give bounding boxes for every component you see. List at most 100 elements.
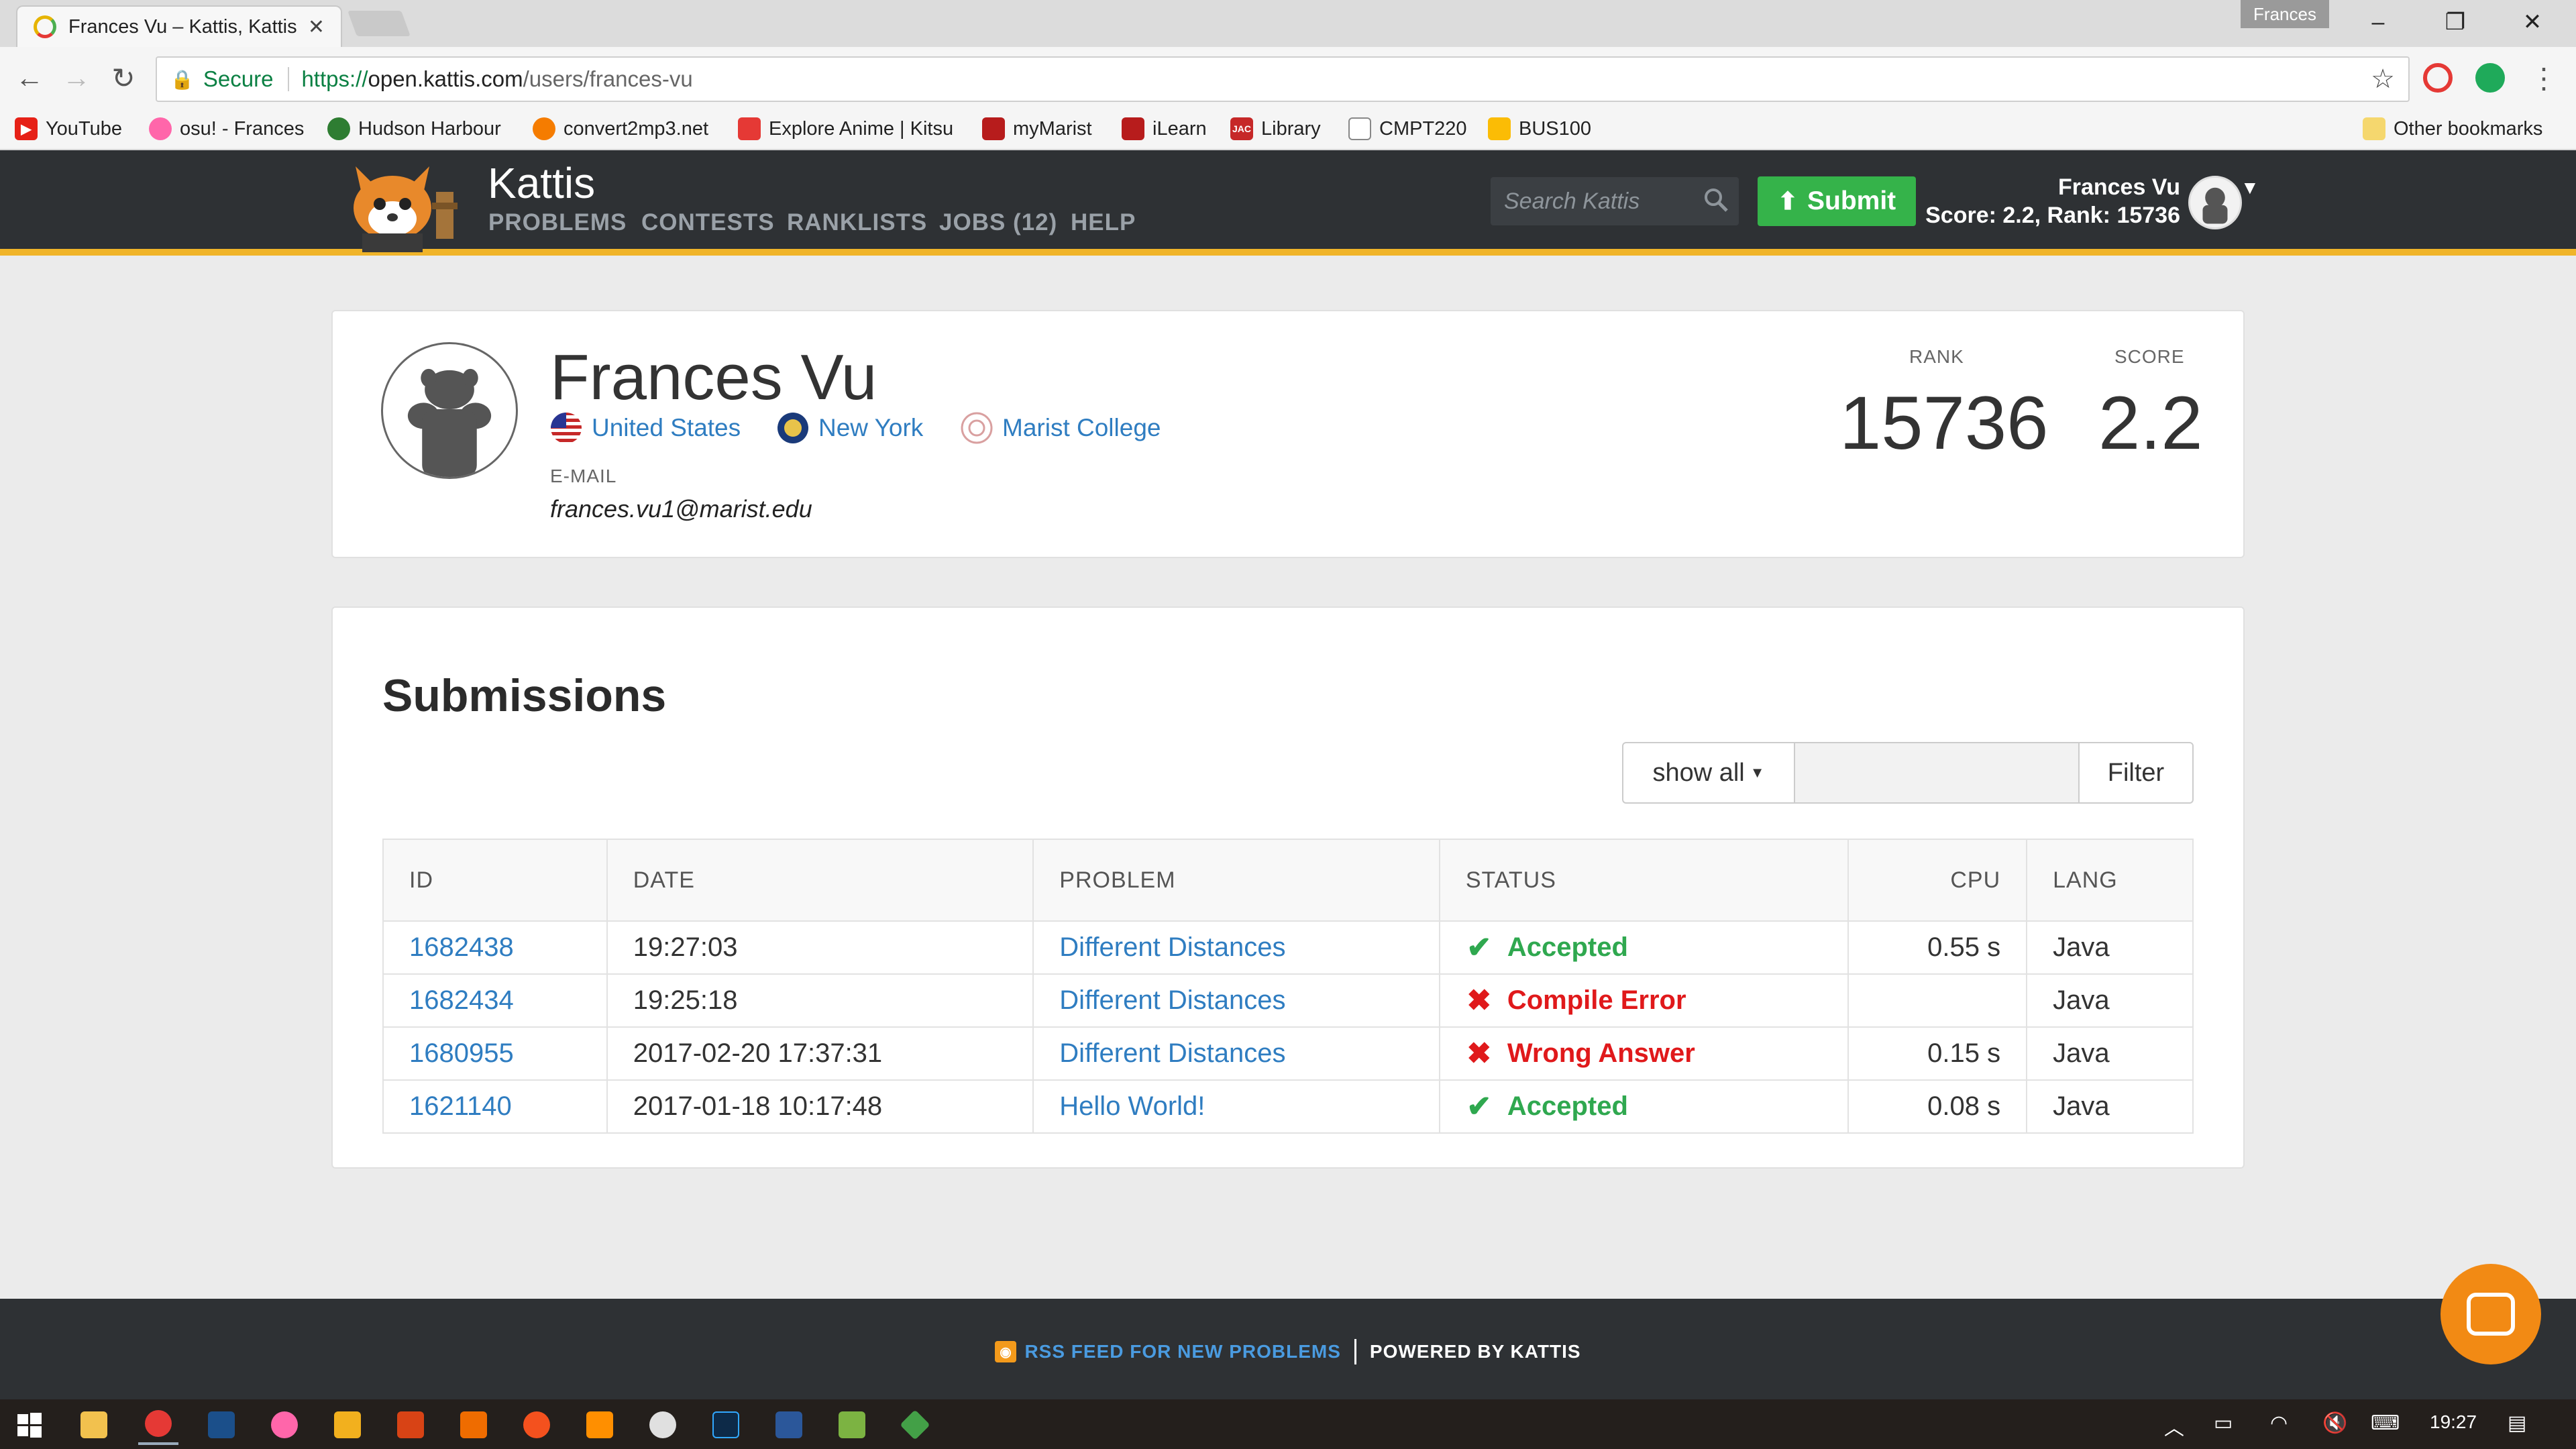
nav-jobs[interactable]: JOBS (12) [939, 209, 1057, 236]
profile-region-link[interactable]: New York [777, 412, 923, 444]
cell-status: ✖ Wrong Answer [1438, 1026, 1849, 1081]
photoshop-icon[interactable] [706, 1405, 746, 1445]
keyboard-icon[interactable]: ⌨ [2371, 1411, 2400, 1435]
notepad-plus-icon[interactable] [832, 1405, 872, 1445]
wifi-icon[interactable]: ◠ [2270, 1411, 2288, 1435]
header-user-name[interactable]: Frances Vu [1919, 174, 2180, 201]
bookmark-label: osu! - Frances [180, 117, 305, 140]
drive-icon [1488, 117, 1511, 140]
browser-tab[interactable]: Frances Vu – Kattis, Kattis ✕ [16, 5, 342, 47]
submission-id-link[interactable]: 1682438 [409, 932, 514, 962]
problem-link[interactable]: Hello World! [1059, 1091, 1205, 1121]
column-header-lang[interactable]: LANG [2026, 839, 2194, 922]
cell-lang: Java [2026, 1026, 2194, 1081]
submission-id-link[interactable]: 1682434 [409, 985, 514, 1015]
problem-link[interactable]: Different Distances [1059, 985, 1285, 1015]
bookmark-label: iLearn [1152, 117, 1207, 140]
cell-problem: Different Distances [1032, 973, 1440, 1028]
cell-date: 19:27:03 [606, 920, 1034, 975]
reload-icon[interactable]: ↻ [103, 59, 144, 97]
osu-taskbar-icon[interactable] [264, 1405, 305, 1445]
other-bookmarks[interactable]: Other bookmarks [2363, 110, 2542, 148]
user-menu-caret-icon[interactable]: ▼ [2241, 177, 2259, 199]
new-tab-button[interactable] [347, 11, 411, 36]
bookmark-mymarist[interactable]: myMarist [982, 110, 1092, 148]
file-explorer-icon[interactable] [74, 1405, 114, 1445]
fox-app-icon[interactable] [453, 1405, 494, 1445]
chrome-taskbar-icon[interactable] [138, 1405, 178, 1445]
origin-icon[interactable] [517, 1405, 557, 1445]
word-icon[interactable] [769, 1405, 809, 1445]
status-filter-select[interactable]: show all ▼ [1623, 743, 1795, 802]
nav-help[interactable]: HELP [1071, 209, 1136, 236]
bookmark-kitsu[interactable]: Explore Anime | Kitsu [738, 110, 953, 148]
back-icon[interactable]: ← [9, 59, 50, 97]
itunes-icon[interactable] [643, 1405, 683, 1445]
address-bar[interactable]: 🔒 Secure https://open.kattis.com/users/f… [156, 56, 2410, 102]
problem-link[interactable]: Different Distances [1059, 1038, 1285, 1068]
browser-profile-button[interactable]: Frances [2241, 0, 2329, 28]
column-header-id[interactable]: ID [382, 839, 608, 922]
region-label: New York [818, 414, 924, 441]
bookmark-bus100[interactable]: BUS100 [1488, 110, 1591, 148]
bookmark-cmpt220[interactable]: CMPT220 [1348, 110, 1467, 148]
bookmark-star-icon[interactable]: ☆ [2371, 64, 2395, 95]
column-header-cpu[interactable]: CPU [1847, 839, 2028, 922]
forward-icon[interactable]: → [56, 59, 97, 97]
search-input[interactable]: Search Kattis [1491, 177, 1739, 225]
column-header-status[interactable]: STATUS [1438, 839, 1849, 922]
bookmark-library[interactable]: JAC Library [1230, 110, 1321, 148]
game-app-icon[interactable] [390, 1405, 431, 1445]
cell-cpu [1847, 973, 2028, 1028]
volume-muted-icon[interactable]: 🔇 [2322, 1411, 2347, 1435]
bookmark-ilearn[interactable]: iLearn [1122, 110, 1207, 148]
git-app-icon[interactable] [895, 1405, 935, 1445]
chat-widget-button[interactable] [2440, 1264, 2541, 1364]
minimize-icon[interactable]: – [2341, 5, 2415, 39]
nav-ranklists[interactable]: RANKLISTS [787, 209, 927, 236]
profile-school-link[interactable]: Marist College [961, 412, 1161, 444]
grammarly-extension-icon[interactable] [2475, 63, 2505, 93]
kattis-logo-icon[interactable] [335, 160, 470, 252]
windows-start-icon[interactable] [9, 1405, 50, 1445]
battery-icon[interactable]: ▭ [2214, 1411, 2233, 1435]
bookmark-osu[interactable]: osu! - Frances [149, 110, 304, 148]
header-avatar[interactable] [2188, 176, 2242, 229]
cell-date: 2017-01-18 10:17:48 [606, 1079, 1034, 1134]
restore-icon[interactable]: ❐ [2418, 5, 2492, 39]
shield-icon[interactable] [327, 1405, 368, 1445]
filter-input[interactable] [1795, 743, 2080, 802]
column-header-date[interactable]: DATE [606, 839, 1034, 922]
vlc-icon[interactable] [580, 1405, 620, 1445]
profile-country-link[interactable]: United States [550, 412, 741, 444]
bookmark-hudson-harbour[interactable]: Hudson Harbour [327, 110, 501, 148]
problem-link[interactable]: Different Distances [1059, 932, 1285, 962]
taskbar-clock[interactable]: 19:27 [2430, 1411, 2477, 1433]
submission-id-link[interactable]: 1680955 [409, 1038, 514, 1068]
email-label: E-MAIL [550, 466, 617, 486]
kattis-brand[interactable]: Kattis [488, 158, 595, 208]
opera-extension-icon[interactable] [2423, 63, 2453, 93]
bookmark-youtube[interactable]: ▶ YouTube [15, 110, 122, 148]
chat-icon [2467, 1293, 2515, 1336]
browser-menu-icon[interactable]: ⋮ [2524, 59, 2564, 97]
notifications-icon[interactable]: ▤ [2508, 1411, 2526, 1435]
column-header-problem[interactable]: PROBLEM [1032, 839, 1440, 922]
submission-id-link[interactable]: 1621140 [409, 1091, 512, 1121]
status-filter-value: show all [1652, 758, 1745, 787]
filter-button[interactable]: Filter [2080, 743, 2192, 802]
tray-overflow-icon[interactable]: ︿ [2164, 1411, 2184, 1441]
nav-contests[interactable]: CONTESTS [641, 209, 775, 236]
checkmark-icon: ✔ [1466, 1090, 1492, 1123]
cell-cpu: 0.08 s [1847, 1079, 2028, 1134]
bookmark-convert2mp3[interactable]: convert2mp3.net [533, 110, 708, 148]
window-close-icon[interactable]: ✕ [2496, 5, 2569, 39]
nav-problems[interactable]: PROBLEMS [488, 209, 627, 236]
search-icon[interactable] [1703, 186, 1729, 213]
tab-close-icon[interactable]: ✕ [308, 15, 325, 39]
steam-icon[interactable] [201, 1405, 241, 1445]
bookmark-label: convert2mp3.net [564, 117, 709, 140]
rss-feed-link[interactable]: RSS FEED FOR NEW PROBLEMS [1024, 1341, 1340, 1362]
submit-button[interactable]: ⬆ Submit [1758, 176, 1916, 226]
url-scheme: https:// [301, 66, 368, 91]
